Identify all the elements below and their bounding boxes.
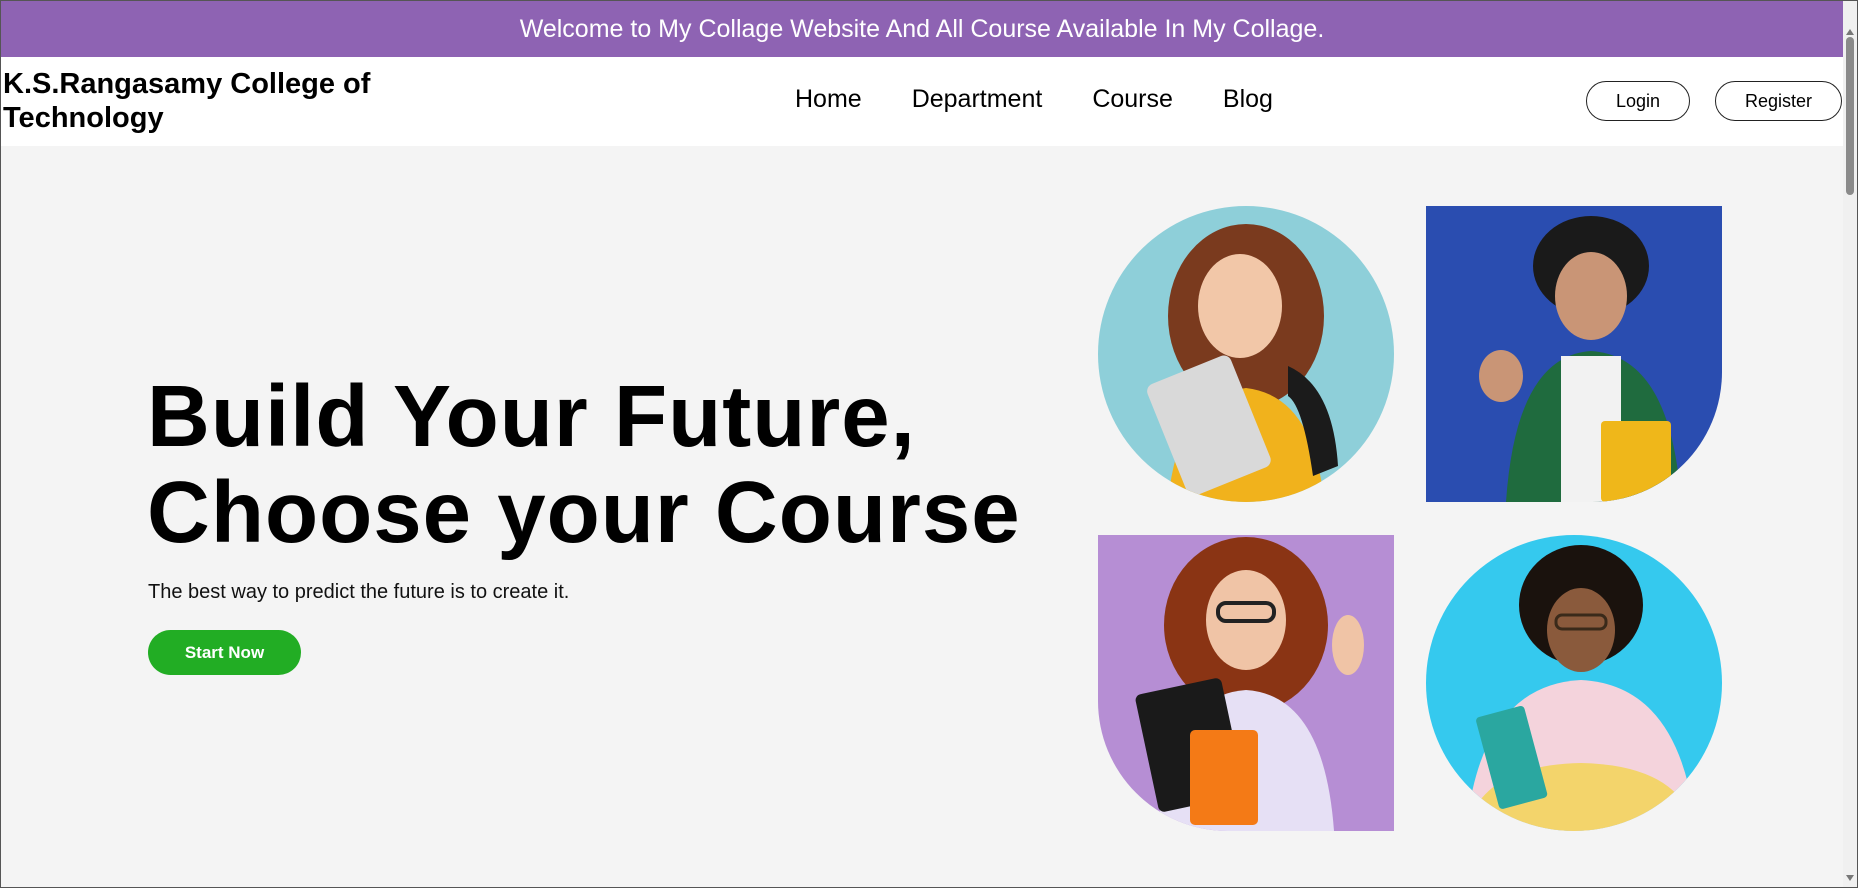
main-nav: Home Department Course Blog — [795, 85, 1273, 114]
student-photo-2 — [1426, 206, 1722, 502]
nav-department[interactable]: Department — [912, 85, 1043, 114]
login-button[interactable]: Login — [1586, 81, 1690, 121]
scroll-down-icon[interactable] — [1846, 875, 1854, 881]
page-scrollbar[interactable] — [1843, 1, 1857, 887]
hero-title-line-1: Build Your Future, — [147, 368, 916, 465]
banner-text: Welcome to My Collage Website And All Co… — [519, 14, 1325, 43]
nav-course[interactable]: Course — [1092, 85, 1173, 114]
announcement-banner: Welcome to My Collage Website And All Co… — [1, 1, 1843, 57]
hero-tagline: The best way to predict the future is to… — [148, 581, 570, 603]
scroll-up-icon[interactable] — [1846, 29, 1854, 35]
scroll-thumb[interactable] — [1846, 37, 1854, 195]
register-button[interactable]: Register — [1715, 81, 1842, 121]
nav-home[interactable]: Home — [795, 85, 862, 114]
start-now-button[interactable]: Start Now — [148, 630, 301, 675]
nav-blog[interactable]: Blog — [1223, 85, 1273, 114]
hero-title: Build Your Future, Choose your Course — [147, 369, 1021, 561]
student-photo-4 — [1426, 535, 1722, 831]
student-photo-1 — [1098, 206, 1394, 502]
site-brand[interactable]: K.S.Rangasamy College of Technology — [3, 67, 423, 135]
navbar: K.S.Rangasamy College of Technology Home… — [1, 57, 1843, 146]
hero-title-line-2: Choose your Course — [147, 464, 1021, 561]
student-photo-3 — [1098, 535, 1394, 831]
